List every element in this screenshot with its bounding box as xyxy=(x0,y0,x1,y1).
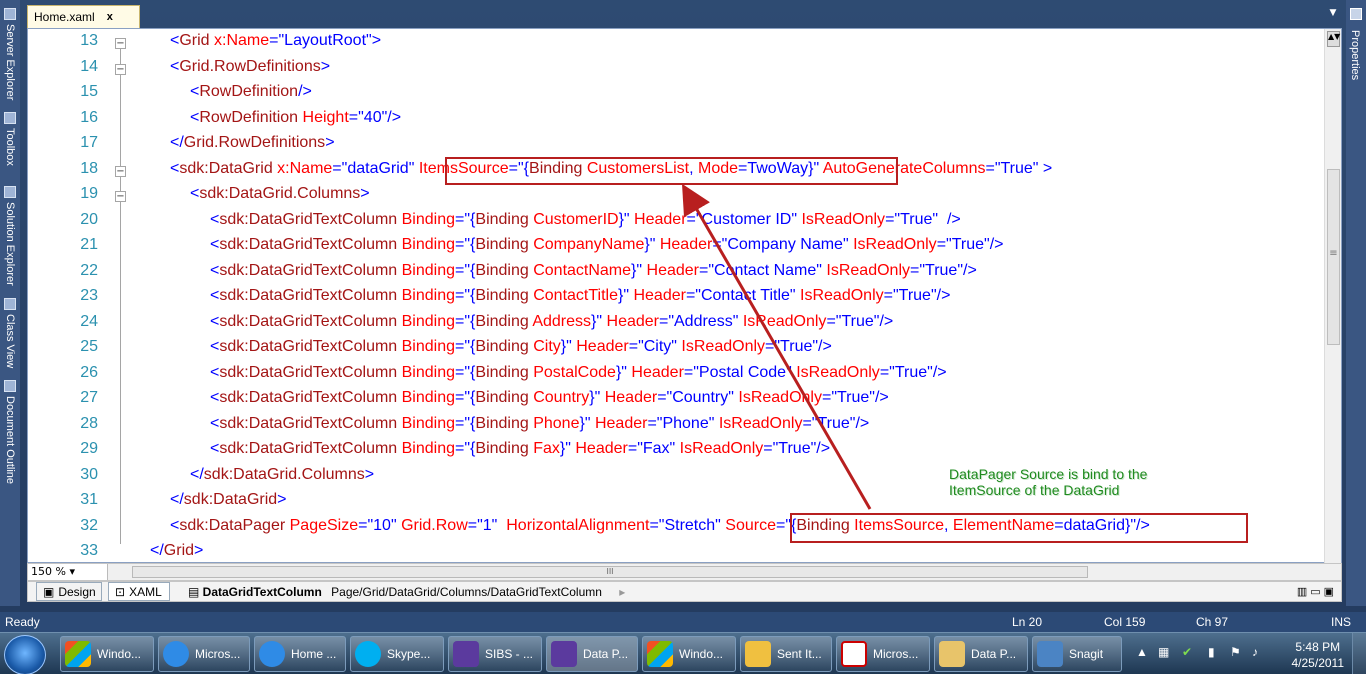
outlook-icon xyxy=(745,641,771,667)
tray-check-icon[interactable]: ✔ xyxy=(1182,645,1192,659)
properties-tab[interactable]: Properties xyxy=(1349,30,1361,80)
clock[interactable]: 5:48 PM 4/25/2011 xyxy=(1292,639,1345,671)
taskbar-button-ie-2[interactable]: Home ... xyxy=(254,636,346,672)
breadcrumb-arrow-icon[interactable]: ▸ xyxy=(619,585,625,599)
properties-icon xyxy=(1350,8,1362,20)
toolbox-icon xyxy=(4,112,16,124)
taskbar-button-data-pager-vs[interactable]: Data P... xyxy=(546,636,638,672)
pdf-icon xyxy=(841,641,867,667)
visual-studio-icon xyxy=(551,641,577,667)
close-icon[interactable]: x xyxy=(107,11,113,23)
view-switch-bar: ▣ Design ⊡ XAML ▤ DataGridTextColumn Page/… xyxy=(27,581,1342,602)
right-tool-strip: Properties xyxy=(1346,0,1366,606)
xaml-tab[interactable]: ⊡ XAML xyxy=(108,582,170,601)
windows-taskbar: Windo... Micros... Home ... Skype... SIB… xyxy=(0,632,1366,674)
class-view-tab[interactable]: Class View xyxy=(1,298,19,368)
vertical-scrollbar[interactable]: ▲▼ ≡ xyxy=(1324,29,1341,564)
zoom-dropdown[interactable]: 150 % ▾ xyxy=(28,564,108,580)
tray-flag-icon[interactable]: ⚑ xyxy=(1230,645,1241,659)
horizontal-scroll-thumb[interactable]: III xyxy=(132,566,1088,578)
taskbar-button-windows-2[interactable]: Windo... xyxy=(642,636,736,672)
class-view-icon xyxy=(4,298,16,310)
pane-layout-icons[interactable]: ▥▭▣ xyxy=(1297,585,1337,598)
document-tab-row: Home.xaml x ▼ xyxy=(24,4,1342,28)
taskbar-button-snagit[interactable]: Snagit xyxy=(1032,636,1122,672)
visual-studio-icon xyxy=(453,641,479,667)
start-button[interactable] xyxy=(4,635,46,674)
document-outline-tab[interactable]: Document Outline xyxy=(1,380,19,484)
tab-dropdown-icon[interactable]: ▼ xyxy=(1326,8,1340,22)
system-tray: ▲ ▦ ✔ ▮ ⚑ ♪ 5:48 PM 4/25/2011 xyxy=(1126,633,1366,674)
tab-home-xaml[interactable]: Home.xaml x xyxy=(27,5,140,28)
solution-explorer-icon xyxy=(4,186,16,198)
toolbox-tab[interactable]: Toolbox xyxy=(1,112,19,166)
split-handle-icon[interactable]: ▲▼ xyxy=(1327,31,1340,47)
server-explorer-tab[interactable]: Server Explorer xyxy=(1,8,19,100)
folder-icon xyxy=(939,641,965,667)
document-outline-icon xyxy=(4,380,16,392)
xaml-icon: ⊡ xyxy=(115,584,126,599)
solution-explorer-tab[interactable]: Solution Explorer xyxy=(1,186,19,286)
show-desktop-button[interactable] xyxy=(1352,633,1366,674)
status-char: Ch 97 xyxy=(1196,615,1229,629)
taskbar-button-ie-1[interactable]: Micros... xyxy=(158,636,250,672)
tray-app-icon[interactable]: ▦ xyxy=(1158,645,1169,659)
status-line: Ln 20 xyxy=(1012,615,1043,629)
skype-icon xyxy=(355,641,381,667)
status-ready: Ready xyxy=(5,615,40,629)
server-explorer-icon xyxy=(4,8,16,20)
design-tab[interactable]: ▣ Design xyxy=(36,582,102,601)
tray-network-icon[interactable]: ▮ xyxy=(1208,645,1215,659)
windows-icon xyxy=(65,641,91,667)
status-column: Col 159 xyxy=(1104,615,1146,629)
taskbar-button-outlook[interactable]: Sent It... xyxy=(740,636,832,672)
code-editor[interactable]: 13 14 15 16 17 18 19 20 21 22 23 24 25 2… xyxy=(27,28,1342,564)
taskbar-button-skype[interactable]: Skype... xyxy=(350,636,444,672)
taskbar-button-sibs[interactable]: SIBS - ... xyxy=(448,636,542,672)
internet-explorer-icon xyxy=(259,641,285,667)
left-tool-strip: Server Explorer Toolbox Solution Explore… xyxy=(0,0,20,606)
taskbar-button-folder[interactable]: Data P... xyxy=(934,636,1028,672)
annotation-note: DataPager Source is bind to the ItemSour… xyxy=(949,466,1148,498)
breadcrumb-icon: ▤ xyxy=(188,585,203,599)
scroll-thumb[interactable]: ≡ xyxy=(1327,169,1340,345)
status-bar: Ready Ln 20 Col 159 Ch 97 INS xyxy=(0,612,1366,632)
taskbar-button-windows-explorer[interactable]: Windo... xyxy=(60,636,154,672)
tray-expand-icon[interactable]: ▲ xyxy=(1136,645,1148,659)
ide-window: Server Explorer Toolbox Solution Explore… xyxy=(0,0,1366,674)
breadcrumb: ▤ DataGridTextColumn Page/Grid/DataGrid/… xyxy=(188,585,626,599)
tab-title: Home.xaml xyxy=(34,10,95,24)
snagit-icon xyxy=(1037,641,1063,667)
design-icon: ▣ xyxy=(43,584,55,599)
windows-icon xyxy=(647,641,673,667)
internet-explorer-icon xyxy=(163,641,189,667)
taskbar-button-pdf[interactable]: Micros... xyxy=(836,636,930,672)
status-insert: INS xyxy=(1331,615,1352,629)
horizontal-scroll-bar[interactable]: 150 % ▾ III xyxy=(27,563,1342,581)
tray-volume-icon[interactable]: ♪ xyxy=(1252,645,1258,659)
